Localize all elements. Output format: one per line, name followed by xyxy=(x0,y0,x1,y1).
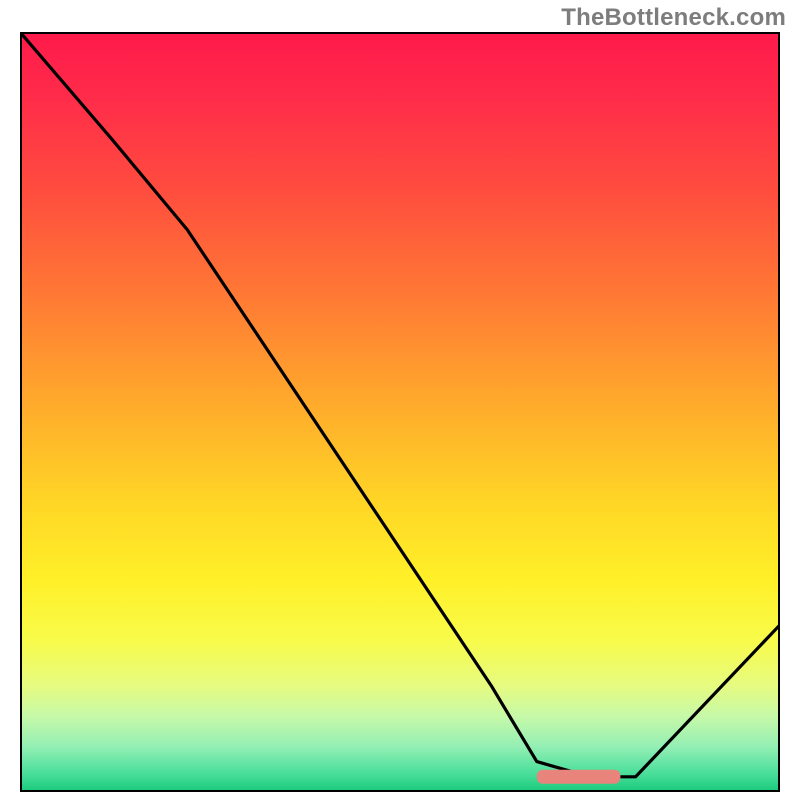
optimal-marker xyxy=(537,770,621,784)
watermark-text: TheBottleneck.com xyxy=(561,4,786,32)
chart-background xyxy=(20,32,780,792)
gradient-chart xyxy=(20,32,780,792)
